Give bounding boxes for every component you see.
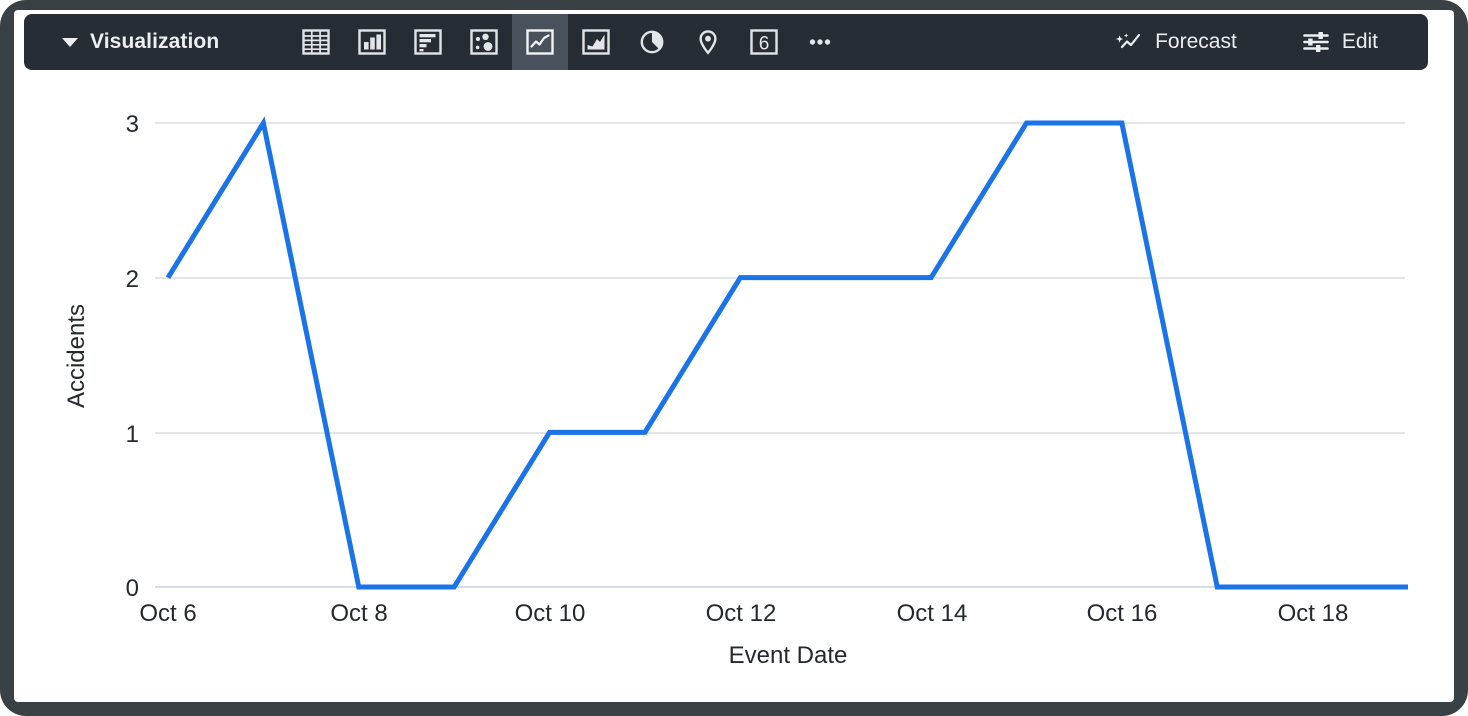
bubble-scatter-icon xyxy=(470,29,498,55)
visualization-title-group[interactable]: Visualization xyxy=(24,14,243,70)
sliders-icon xyxy=(1303,32,1329,52)
chart-type-map-button[interactable] xyxy=(680,14,736,70)
line-chart-icon xyxy=(526,29,554,55)
chart-type-button-group: 6 xyxy=(288,14,848,70)
x-tick-label: Oct 10 xyxy=(515,600,586,627)
single-value-six-icon: 6 xyxy=(750,29,778,55)
x-tick-label: Oct 18 xyxy=(1278,600,1349,627)
edit-button[interactable]: Edit xyxy=(1281,14,1398,70)
forecast-button[interactable]: Forecast xyxy=(1094,14,1257,70)
chart-type-area-button[interactable] xyxy=(568,14,624,70)
chart-type-scatter-button[interactable] xyxy=(456,14,512,70)
x-axis-tick-labels: Oct 6 Oct 8 Oct 10 Oct 12 Oct 14 Oct 16 … xyxy=(139,600,1348,627)
bar-chart-icon xyxy=(358,29,386,55)
chart-type-column-button[interactable] xyxy=(344,14,400,70)
visualization-card: Visualization 6 Forecast Edit 3 2 1 0 Ac… xyxy=(14,10,1454,702)
chart-type-single-value-button[interactable]: 6 xyxy=(736,14,792,70)
y-axis-tick-labels: 3 2 1 0 xyxy=(126,111,139,602)
y-axis-title: Accidents xyxy=(63,304,90,408)
y-tick-label: 2 xyxy=(126,266,139,293)
y-tick-label: 1 xyxy=(126,421,139,448)
app-window-frame: Visualization 6 Forecast Edit 3 2 1 0 Ac… xyxy=(0,0,1468,716)
y-tick-label: 3 xyxy=(126,111,139,138)
forecast-sparkle-icon xyxy=(1116,33,1141,49)
edit-label: Edit xyxy=(1341,30,1378,53)
x-tick-label: Oct 12 xyxy=(706,600,777,627)
visualization-toolbar: Visualization 6 Forecast Edit xyxy=(24,14,1428,70)
chart-type-more-button[interactable] xyxy=(792,14,848,70)
page-title: Visualization xyxy=(90,30,220,53)
table-grid-icon xyxy=(302,29,330,55)
x-tick-label: Oct 8 xyxy=(330,600,387,627)
y-tick-label: 0 xyxy=(126,575,139,602)
chart-type-table-button[interactable] xyxy=(288,14,344,70)
chevron-down-icon[interactable] xyxy=(62,37,78,47)
chart-type-bar-button[interactable] xyxy=(400,14,456,70)
chart-type-pie-button[interactable] xyxy=(624,14,680,70)
ellipsis-icon xyxy=(810,39,831,45)
x-tick-label: Oct 14 xyxy=(897,600,968,627)
chart-canvas: 3 2 1 0 Accidents Oct 6 Oct 8 Oct 10 Oct… xyxy=(63,111,1408,669)
horizontal-bar-icon xyxy=(414,29,442,55)
x-tick-label: Oct 16 xyxy=(1087,600,1158,627)
pie-chart-icon xyxy=(640,30,664,54)
line-chart[interactable]: 3 2 1 0 Accidents Oct 6 Oct 8 Oct 10 Oct… xyxy=(14,76,1454,696)
x-axis-title: Event Date xyxy=(729,642,848,669)
svg-text:6: 6 xyxy=(759,33,770,54)
series-line-accidents xyxy=(165,116,1408,590)
map-pin-icon xyxy=(699,30,717,55)
forecast-label: Forecast xyxy=(1155,30,1237,53)
area-chart-icon xyxy=(582,29,610,55)
chart-type-line-button[interactable] xyxy=(512,14,569,70)
x-tick-label: Oct 6 xyxy=(139,600,196,627)
